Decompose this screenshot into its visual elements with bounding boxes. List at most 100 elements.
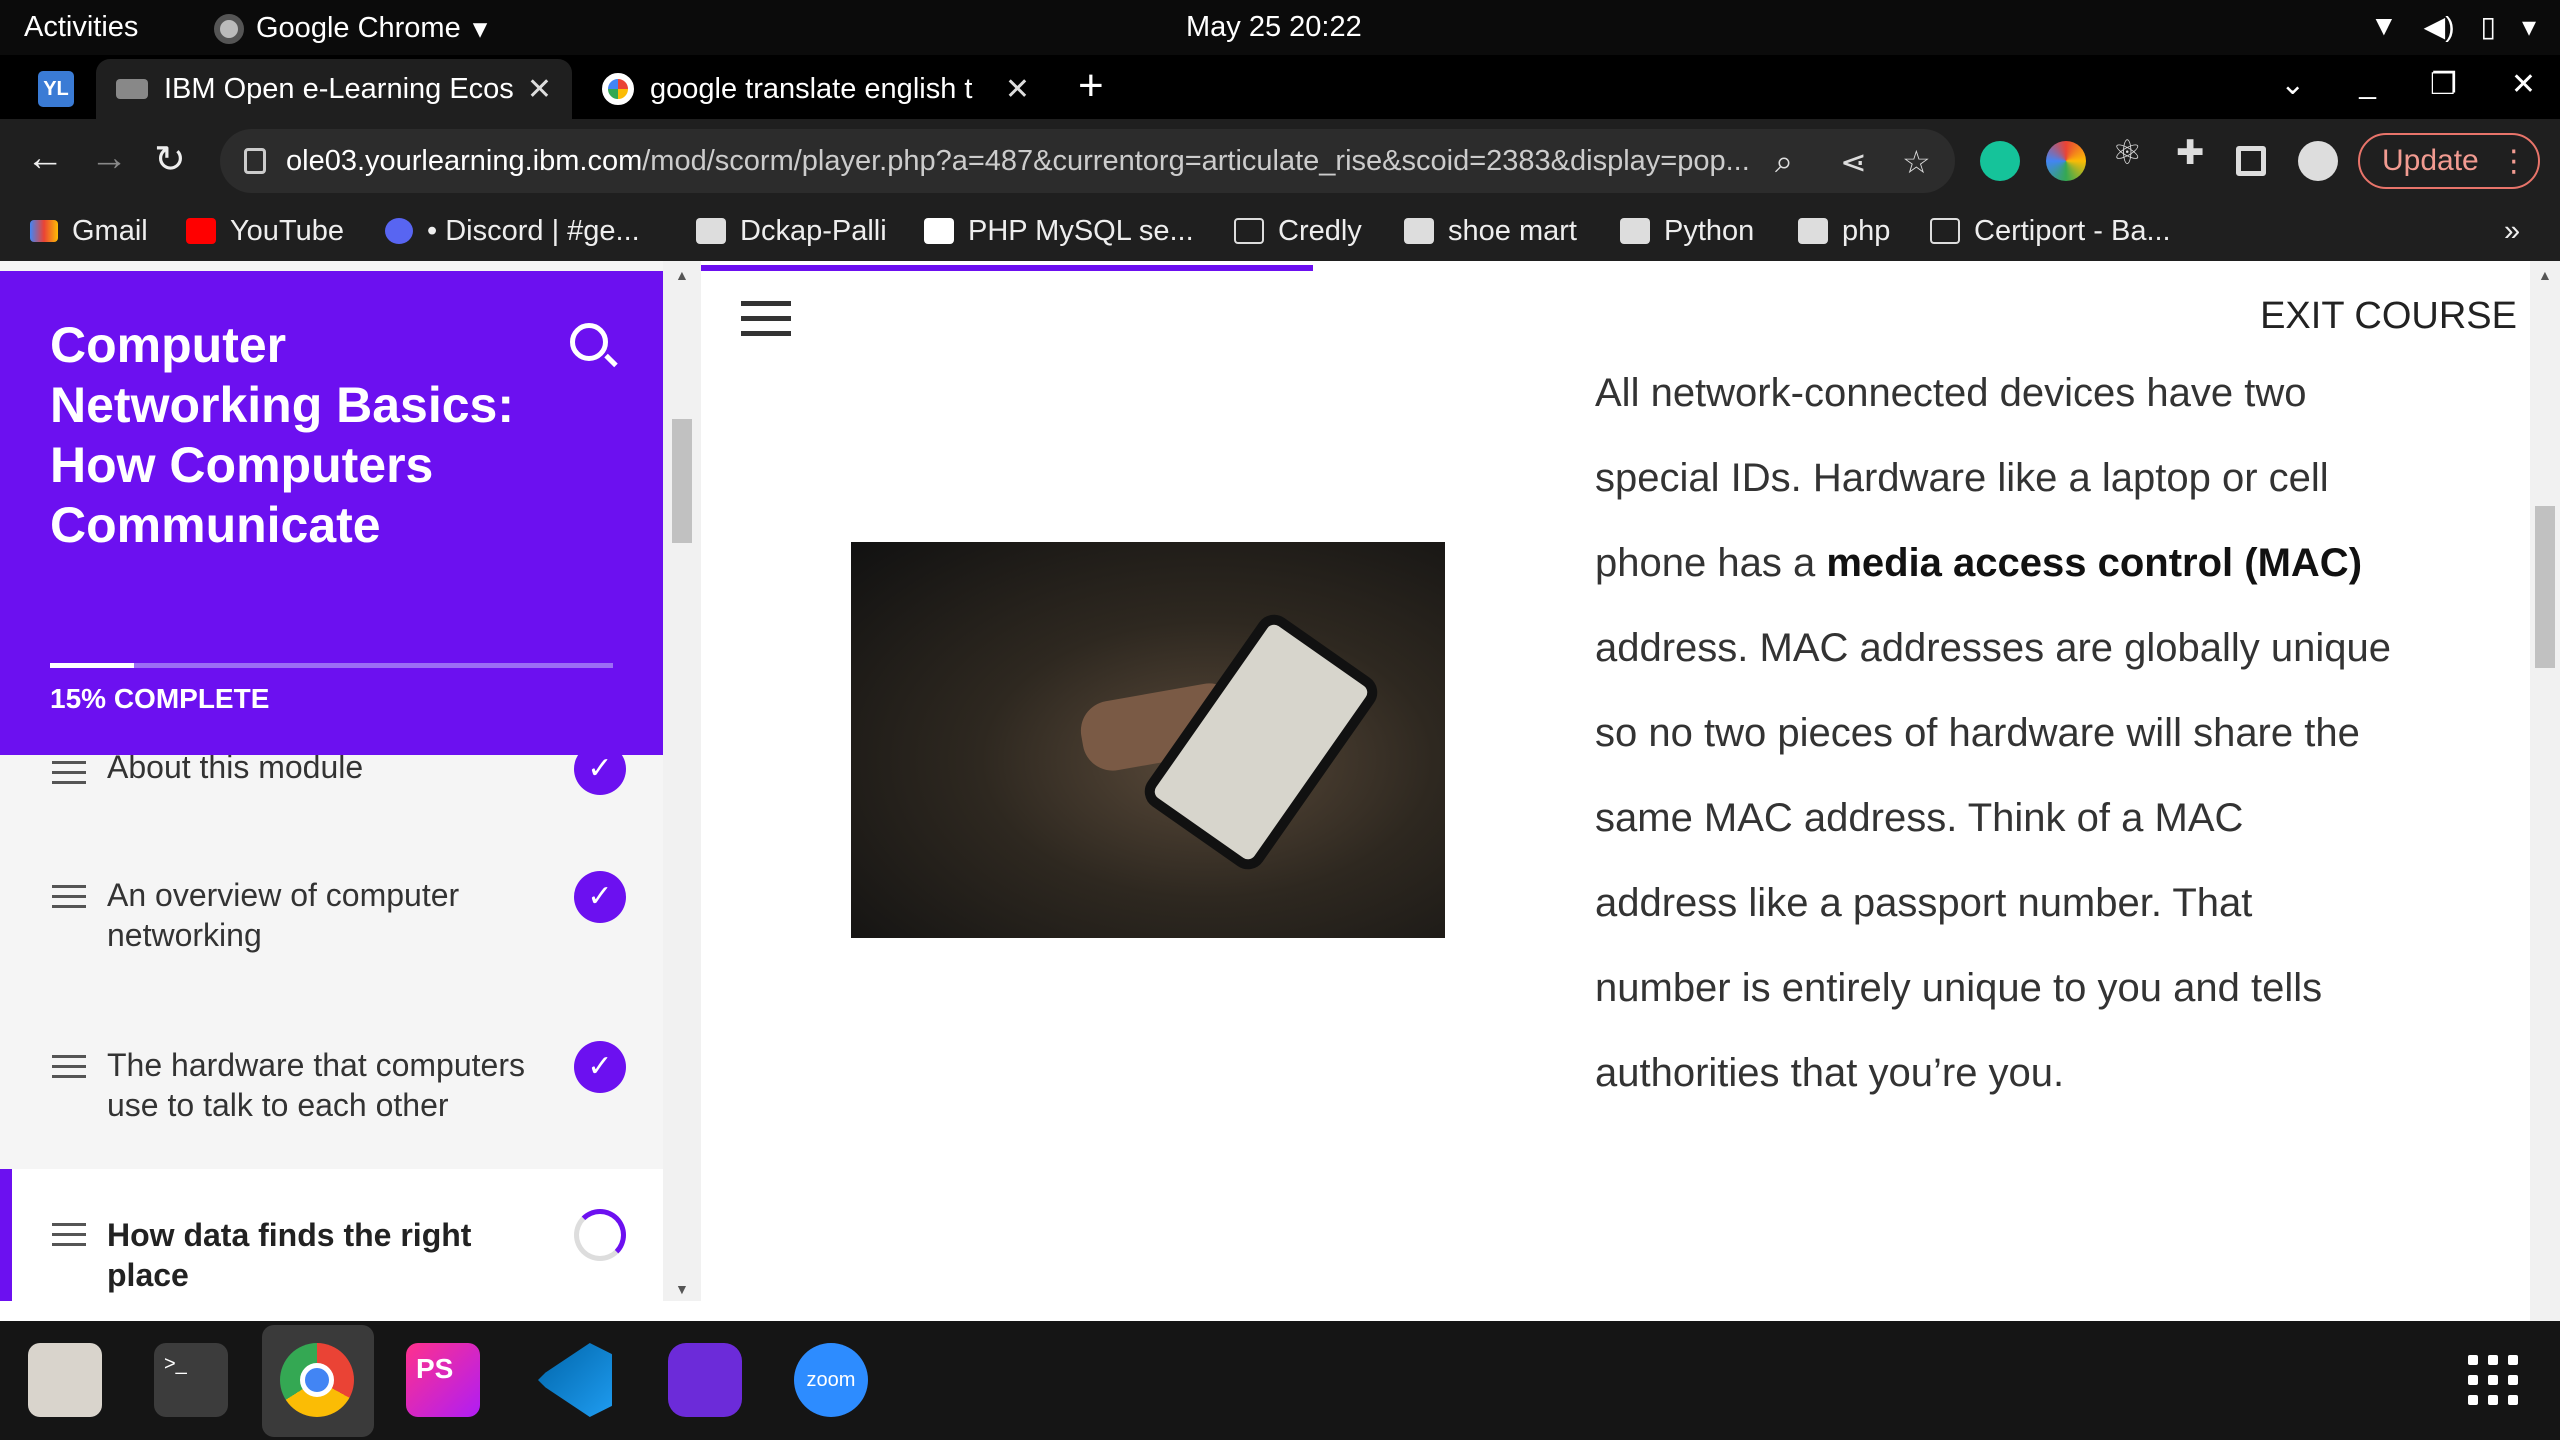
url-host: ole03.yourlearning.ibm.com xyxy=(286,144,643,177)
progress-label: 15% COMPLETE xyxy=(50,683,270,714)
chrome-icon xyxy=(214,13,244,44)
reload-button[interactable]: ↻ xyxy=(154,137,186,182)
url-path: /mod/scorm/player.php?a=487&currentorg=a… xyxy=(642,144,1750,177)
maximize-icon[interactable]: ❐ xyxy=(2430,67,2457,102)
bookmark-youtube[interactable]: YouTube xyxy=(186,209,344,253)
web-page: About this module ✓ An overview of compu… xyxy=(0,261,2560,1321)
close-tab-icon[interactable]: ✕ xyxy=(527,72,552,107)
zoom-icon[interactable]: ⌕ xyxy=(1775,143,1793,181)
scrollbar-thumb[interactable] xyxy=(672,419,692,543)
activities-button[interactable]: Activities xyxy=(24,11,138,44)
bookmark-credly[interactable]: Credly xyxy=(1234,209,1362,253)
react-devtools-icon[interactable]: ⚛ xyxy=(2112,133,2152,173)
bookmark-star-icon[interactable]: ☆ xyxy=(1902,143,1931,181)
side-panel-icon[interactable] xyxy=(2236,146,2266,176)
tab-ibm-elearning[interactable]: IBM Open e-Learning Ecos ✕ xyxy=(96,59,572,119)
tab-title: google translate english t xyxy=(650,72,973,105)
close-window-icon[interactable]: ✕ xyxy=(2511,67,2536,102)
files-app-icon[interactable] xyxy=(28,1343,102,1417)
course-sidebar: About this module ✓ An overview of compu… xyxy=(0,261,663,1301)
share-icon[interactable]: ⋖ xyxy=(1840,143,1867,181)
extensions-icon[interactable]: ✚ xyxy=(2176,133,2216,173)
tab-google-translate[interactable]: google translate english t ✕ xyxy=(582,59,1050,119)
scroll-up-icon[interactable]: ▲ xyxy=(675,267,689,283)
course-title: Computer Networking Basics: How Computer… xyxy=(50,317,515,553)
bookmark-python[interactable]: Python xyxy=(1620,209,1754,253)
progress-spinner-icon xyxy=(574,1209,626,1261)
lesson-data-finds-place[interactable]: How data finds the right place xyxy=(0,1169,663,1301)
active-lesson-indicator xyxy=(0,1169,12,1301)
chevron-down-icon: ▾ xyxy=(2521,11,2536,42)
google-favicon-icon xyxy=(602,73,634,105)
bookmark-shoe-mart[interactable]: shoe mart xyxy=(1404,209,1577,253)
article-paragraph: All network-connected devices have two s… xyxy=(1595,371,2391,1095)
main-scrollbar[interactable]: ▲ xyxy=(2530,261,2560,1321)
course-header: Computer Networking Basics: How Computer… xyxy=(0,271,663,755)
app-menu[interactable]: Google Chrome ▾ xyxy=(214,11,487,46)
tab-title: IBM Open e-Learning Ecos xyxy=(164,72,514,105)
check-icon: ✓ xyxy=(574,871,626,923)
bookmark-discord[interactable]: • Discord | #ge... xyxy=(385,209,640,253)
yourlearning-app-icon[interactable]: YL xyxy=(38,71,74,107)
app-launcher-icon[interactable] xyxy=(668,1343,742,1417)
show-applications-icon[interactable] xyxy=(2468,1355,2518,1405)
terminal-app-icon[interactable]: >_ xyxy=(154,1343,228,1417)
youtube-icon xyxy=(186,218,216,244)
vscode-app-icon[interactable] xyxy=(538,1343,612,1417)
bookmark-certiport[interactable]: Certiport - Ba... xyxy=(1930,209,2171,253)
bookmark-dckap-palli[interactable]: Dckap-Palli xyxy=(696,209,887,253)
chevron-down-icon: ▾ xyxy=(472,13,488,45)
color-picker-extension-icon[interactable] xyxy=(2046,141,2086,181)
app-name: Google Chrome xyxy=(256,12,461,44)
folder-icon xyxy=(1798,218,1828,244)
more-bookmarks-icon[interactable]: » xyxy=(2504,209,2520,253)
tab-search-icon[interactable]: ⌄ xyxy=(2280,67,2305,102)
scrollbar-thumb[interactable] xyxy=(2535,506,2555,668)
credly-icon xyxy=(1234,218,1264,244)
lock-icon[interactable] xyxy=(244,148,266,174)
lesson-progress-bar xyxy=(701,265,1313,271)
zoom-app-icon[interactable]: zoom xyxy=(794,1343,868,1417)
folder-icon xyxy=(696,218,726,244)
update-button[interactable]: Update ⋮ xyxy=(2358,133,2540,189)
hamburger-menu-icon[interactable] xyxy=(741,301,791,346)
folder-icon xyxy=(1404,218,1434,244)
gnome-top-bar: Activities Google Chrome ▾ May 25 20:22 … xyxy=(0,0,2560,55)
ibm-favicon-icon xyxy=(116,79,148,99)
new-tab-button[interactable]: + xyxy=(1078,61,1104,111)
folder-icon xyxy=(1620,218,1650,244)
phone-shape xyxy=(1137,607,1385,877)
lesson-overview-networking[interactable]: An overview of computer networking ✓ xyxy=(0,861,663,981)
clock[interactable]: May 25 20:22 xyxy=(1186,11,1362,44)
lesson-menu-icon xyxy=(52,761,86,791)
update-label: Update xyxy=(2382,144,2479,177)
system-tray[interactable]: ▼ ◀) ▯ ▾ xyxy=(2370,10,2536,43)
lesson-menu-icon xyxy=(52,885,86,915)
minimize-icon[interactable]: _ xyxy=(2359,67,2376,102)
progress-fill xyxy=(50,663,135,668)
certiport-icon xyxy=(1930,218,1960,244)
chrome-app-icon[interactable] xyxy=(280,1343,354,1417)
bookmark-php[interactable]: php xyxy=(1798,209,1890,253)
scroll-up-icon[interactable]: ▲ xyxy=(2538,267,2552,283)
sidebar-scrollbar[interactable]: ▲ ▼ xyxy=(663,261,701,1301)
lesson-hardware[interactable]: The hardware that computers use to talk … xyxy=(0,1031,663,1151)
phpstorm-app-icon[interactable]: PS xyxy=(406,1343,480,1417)
lesson-menu-icon xyxy=(52,1223,86,1253)
scroll-down-icon[interactable]: ▼ xyxy=(675,1281,689,1297)
grammarly-icon[interactable] xyxy=(1980,141,2020,181)
back-button[interactable]: ← xyxy=(26,137,64,180)
menu-icon: ⋮ xyxy=(2498,144,2529,178)
bookmark-gmail[interactable]: Gmail xyxy=(30,209,148,253)
address-bar[interactable]: ole03.yourlearning.ibm.com /mod/scorm/pl… xyxy=(220,129,1955,193)
volume-icon: ◀) xyxy=(2423,11,2455,42)
mac-term: media access control (MAC) xyxy=(1826,541,2363,585)
bookmark-php-mysql[interactable]: PHP MySQL se... xyxy=(924,209,1194,253)
close-tab-icon[interactable]: ✕ xyxy=(1005,72,1030,107)
exit-course-button[interactable]: EXIT COURSE xyxy=(2260,295,2517,338)
forward-button[interactable]: → xyxy=(90,137,128,180)
profile-avatar[interactable] xyxy=(2298,141,2338,181)
search-icon[interactable] xyxy=(570,323,608,361)
lesson-menu-icon xyxy=(52,1055,86,1085)
dock: >_ PS zoom xyxy=(0,1321,2560,1440)
